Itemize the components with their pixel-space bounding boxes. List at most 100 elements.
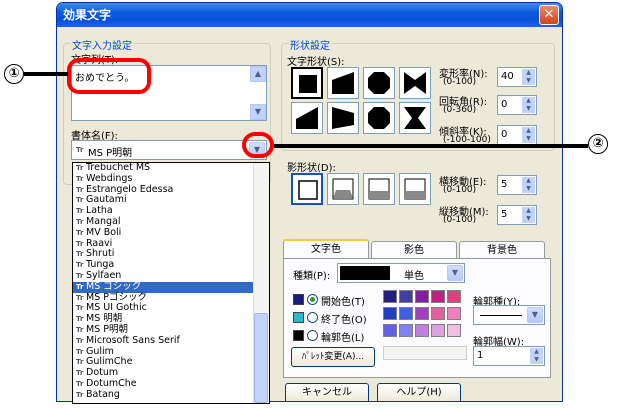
spin-down-icon[interactable]: ▼ — [522, 215, 535, 223]
help-button[interactable]: ヘルプ(H) — [377, 383, 461, 401]
type-select-value: 単色 — [404, 271, 424, 282]
truetype-icon: Tr — [76, 390, 84, 399]
deform-spin[interactable]: 40 ▲ ▼ — [497, 67, 537, 87]
truetype-icon: Tr — [76, 304, 84, 313]
hmove-spin[interactable]: 5 ▲ ▼ — [497, 175, 537, 195]
outline-width-value: 1 — [477, 350, 484, 361]
shape-octagon-icon[interactable] — [363, 67, 395, 99]
palette-color-swatch[interactable] — [383, 290, 397, 303]
shape-bowtie-icon[interactable] — [399, 67, 431, 99]
color-palette[interactable] — [383, 290, 467, 342]
outline-color-radio[interactable] — [307, 330, 318, 341]
spin-down-icon[interactable]: ▼ — [522, 105, 535, 113]
font-list-rows: Tr Trebuchet MS Tr Webdings Tr Estrangelo Ede… — [73, 163, 269, 401]
shape-rect-icon[interactable] — [291, 67, 323, 99]
end-color-swatch[interactable] — [293, 312, 304, 323]
shadow-bottom-icon[interactable] — [327, 173, 359, 205]
palette-color-swatch[interactable] — [415, 290, 429, 303]
close-button[interactable]: ✕ — [539, 5, 559, 25]
spin-down-icon[interactable]: ▼ — [522, 135, 535, 143]
text-scroll-up[interactable]: ▲ — [250, 66, 266, 82]
shadow-bottom2-icon[interactable] — [363, 173, 395, 205]
hmove-value: 5 — [501, 179, 508, 190]
palette-color-swatch[interactable] — [383, 324, 397, 337]
start-color-radio[interactable] — [307, 294, 318, 305]
palette-color-swatch[interactable] — [431, 324, 445, 337]
truetype-icon: Tr — [76, 228, 84, 237]
deform-range: (0-100) — [443, 77, 477, 87]
spin-down-icon[interactable]: ▼ — [522, 77, 535, 85]
truetype-icon: Tr — [76, 185, 84, 194]
shape-octagon2-icon[interactable] — [363, 102, 395, 134]
vmove-range: (0-100) — [443, 215, 477, 225]
truetype-icon: Tr — [76, 250, 84, 259]
tab-text-color[interactable]: 文字色 — [283, 239, 369, 259]
rotate-spin[interactable]: 0 ▲ ▼ — [497, 95, 537, 115]
truetype-icon: Tr — [76, 347, 84, 356]
font-list-item-label: MS Pゴシック — [86, 291, 147, 303]
palette-color-swatch[interactable] — [415, 324, 429, 337]
spin-up-icon[interactable]: ▲ — [530, 348, 543, 356]
tab-shadow-color[interactable]: 影色 — [371, 241, 457, 259]
truetype-icon: Tr — [76, 239, 84, 248]
font-list-item-label: MS 明朝 — [86, 313, 123, 325]
font-list-item-label: Dotum — [86, 367, 119, 379]
vmove-spin[interactable]: 5 ▲ ▼ — [497, 205, 537, 225]
palette-color-swatch[interactable] — [415, 307, 429, 320]
font-list-item[interactable]: Tr Batang — [73, 388, 269, 401]
palette-color-swatch[interactable] — [431, 290, 445, 303]
palette-color-swatch[interactable] — [399, 290, 413, 303]
palette-color-swatch[interactable] — [383, 307, 397, 320]
tab-background-color[interactable]: 背景色 — [459, 241, 545, 259]
hmove-range: (0-100) — [443, 185, 477, 195]
font-list-item-label: MS ゴシック — [86, 280, 142, 292]
font-dropdown-list[interactable]: Tr Trebuchet MS Tr Webdings Tr Estrangelo Ede… — [72, 162, 270, 404]
font-list-scrollbar[interactable] — [253, 163, 269, 403]
font-select[interactable]: Tr MS P明朝 ▼ — [71, 140, 267, 160]
spin-up-icon[interactable]: ▲ — [522, 97, 535, 105]
spin-up-icon[interactable]: ▲ — [522, 207, 535, 215]
outline-kind-select[interactable]: ▼ — [473, 305, 545, 325]
cancel-button[interactable]: キャンセル — [285, 383, 369, 401]
shape-hourglass-icon[interactable] — [399, 102, 431, 134]
palette-color-swatch[interactable] — [431, 307, 445, 320]
type-select[interactable]: 単色 ▼ — [337, 263, 465, 283]
chevron-down-icon[interactable]: ▼ — [527, 307, 543, 323]
shadow-none-icon[interactable] — [291, 173, 323, 205]
chevron-down-icon[interactable]: ▼ — [447, 265, 463, 281]
spin-up-icon[interactable]: ▲ — [522, 177, 535, 185]
truetype-icon: Tr — [76, 325, 84, 334]
palette-color-swatch[interactable] — [399, 324, 413, 337]
truetype-icon: Tr — [76, 146, 84, 154]
spin-down-icon[interactable]: ▼ — [522, 185, 535, 193]
palette-color-swatch[interactable] — [447, 324, 461, 337]
spin-up-icon[interactable]: ▲ — [522, 127, 535, 135]
text-scroll-down[interactable]: ▼ — [250, 104, 266, 120]
font-list-item-label: MS UI Gothic — [86, 302, 147, 314]
font-list-item-label: Batang — [86, 388, 120, 400]
shape-wedge-icon[interactable] — [291, 102, 323, 134]
spin-down-icon[interactable]: ▼ — [530, 356, 543, 364]
font-list-item-label: MS P明朝 — [86, 323, 128, 335]
palette-color-swatch[interactable] — [399, 307, 413, 320]
font-list-item-label: GulimChe — [86, 356, 133, 368]
palette-scrollbar[interactable] — [383, 346, 467, 360]
outline-width-spin[interactable]: 1 ▲ ▼ — [473, 346, 545, 366]
vmove-value: 5 — [501, 209, 508, 220]
spin-up-icon[interactable]: ▲ — [522, 69, 535, 77]
font-list-item-label: Gautami — [86, 194, 127, 206]
palette-color-swatch[interactable] — [447, 290, 461, 303]
tilt-spin[interactable]: 0 ▲ ▼ — [497, 125, 537, 145]
palette-color-swatch[interactable] — [447, 307, 461, 320]
truetype-icon: Tr — [76, 282, 84, 291]
start-color-swatch[interactable] — [293, 294, 304, 305]
palette-change-button[interactable]: ﾊﾟﾚｯﾄ変更(A)... — [291, 347, 375, 367]
shadow-side-icon[interactable] — [399, 173, 431, 205]
outline-color-swatch[interactable] — [293, 330, 304, 341]
shape-trapezoid-icon[interactable] — [327, 102, 359, 134]
font-list-scroll-thumb[interactable] — [254, 313, 268, 403]
shape-slant-icon[interactable] — [327, 67, 359, 99]
type-swatch — [340, 266, 390, 280]
end-color-radio[interactable] — [307, 312, 318, 323]
deform-value: 40 — [501, 71, 514, 82]
